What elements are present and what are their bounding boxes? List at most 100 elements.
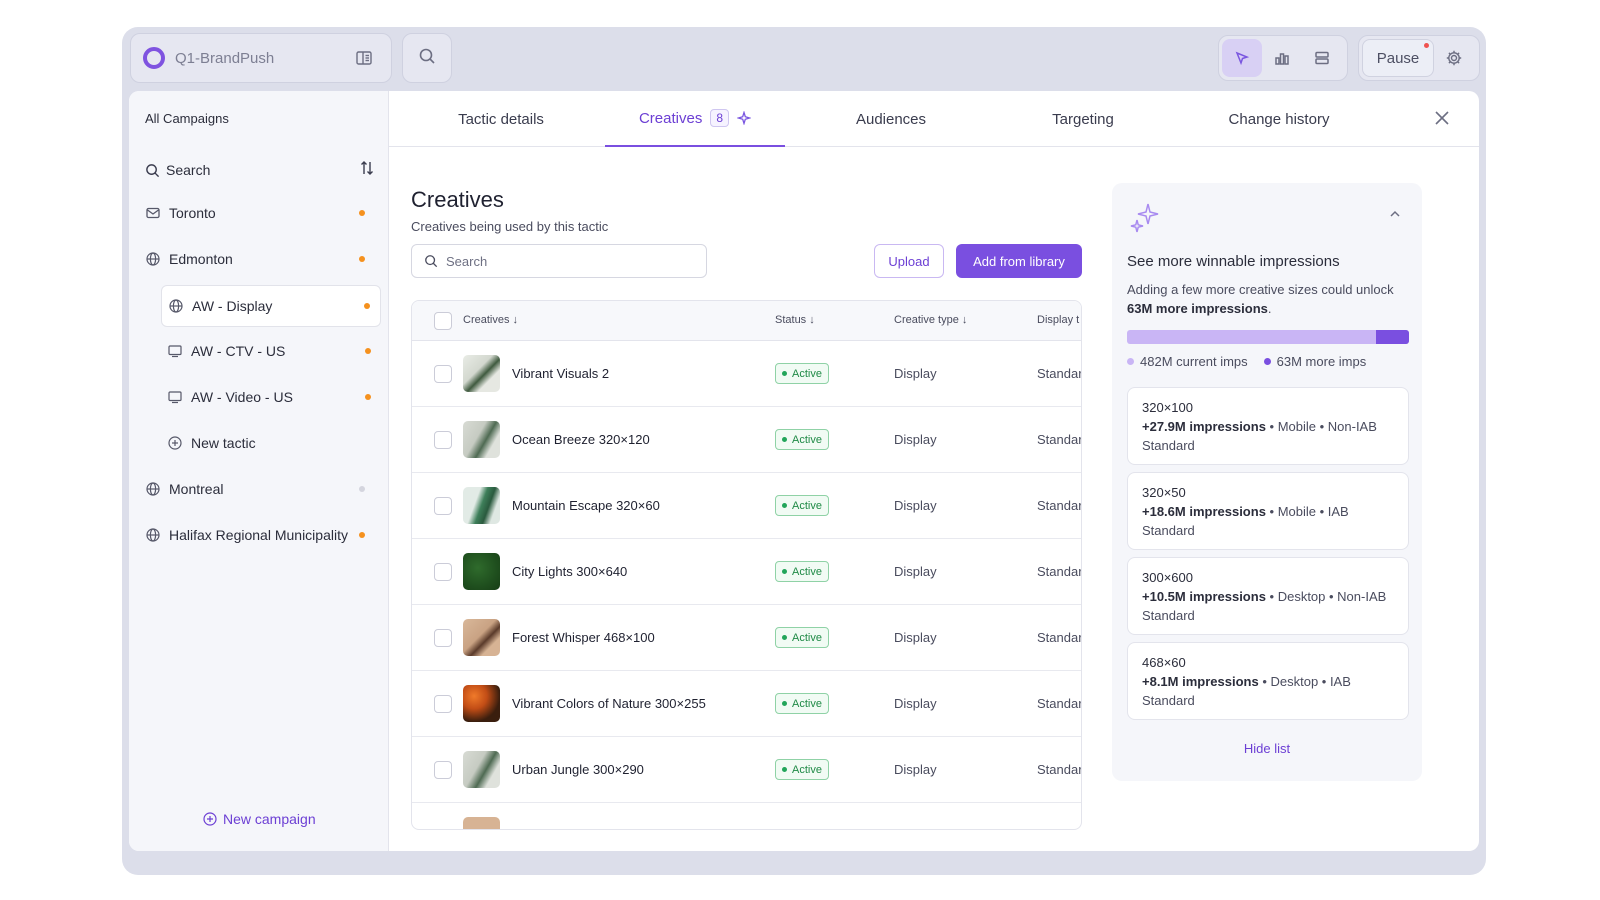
row-checkbox[interactable] (434, 365, 452, 383)
row-checkbox[interactable] (434, 431, 452, 449)
display-type: Standar (1037, 498, 1082, 513)
column-header-status[interactable]: Status ↓ (775, 314, 815, 326)
creative-thumbnail (463, 619, 500, 656)
size-recommendation-card[interactable]: 320×50 +18.6M impressions • Mobile • IAB… (1127, 472, 1409, 550)
sidebar-item-edmonton[interactable]: Edmonton (145, 239, 375, 279)
sidebar-search[interactable]: Search (145, 159, 375, 181)
status-label: Active (792, 433, 822, 446)
table-row[interactable]: Urban Jungle 300×290 Active Display Stan… (412, 737, 1081, 803)
table-row[interactable]: Ocean Breeze 320×120 Active Display Stan… (412, 407, 1081, 473)
column-header-creatives[interactable]: Creatives ↓ (463, 314, 518, 326)
creatives-search-input[interactable] (446, 253, 686, 269)
table-row[interactable]: Forest Whisper 468×100 Active Display St… (412, 605, 1081, 671)
creative-thumbnail (463, 421, 500, 458)
insight-desc-highlight: 63M more impressions (1127, 301, 1268, 316)
status-dot (359, 532, 365, 538)
sort-icon[interactable] (359, 159, 375, 180)
new-campaign-label: New campaign (223, 811, 316, 827)
status-badge: Active (775, 561, 829, 582)
bar-chart-icon[interactable] (1262, 39, 1302, 77)
globe-icon (145, 527, 161, 543)
creative-name: Urban Jungle 300×290 (512, 762, 644, 777)
tv-icon (167, 389, 183, 405)
creative-type: Display (894, 762, 937, 777)
tv-icon (167, 343, 183, 359)
insight-description: Adding a few more creative sizes could u… (1127, 280, 1407, 318)
close-icon[interactable] (1433, 109, 1451, 132)
size-details: +10.5M impressions • Desktop • Non-IAB S… (1142, 587, 1394, 625)
sidebar-item-aw-video-us[interactable]: AW - Video - US (161, 377, 381, 417)
display-type: Standar (1037, 696, 1082, 711)
tab-creatives[interactable]: Creatives 8 (605, 91, 785, 147)
upload-button[interactable]: Upload (874, 244, 944, 278)
new-campaign-button[interactable]: New campaign (203, 811, 316, 827)
size-label: 300×600 (1142, 570, 1193, 585)
sidebar-search-label: Search (166, 162, 211, 178)
status-dot (359, 256, 365, 262)
pause-group: Pause (1358, 35, 1480, 81)
hide-list-link[interactable]: Hide list (1112, 741, 1422, 756)
select-all-checkbox[interactable] (434, 312, 452, 330)
row-checkbox[interactable] (434, 761, 452, 779)
table-row[interactable] (412, 803, 1081, 829)
impressions-gain: +18.6M impressions (1142, 504, 1266, 519)
new-tactic-button[interactable]: New tactic (161, 423, 381, 463)
creatives-search-field[interactable] (411, 244, 707, 278)
top-bar: Q1-BrandPush Pause (122, 27, 1486, 91)
campaign-name: Q1-BrandPush (175, 49, 275, 67)
status-label: Active (792, 499, 822, 512)
sidebar-item-halifax[interactable]: Halifax Regional Municipality (145, 515, 375, 555)
legend-current-label: 482M current imps (1140, 354, 1248, 369)
row-checkbox[interactable] (434, 497, 452, 515)
sidebar-item-montreal[interactable]: Montreal (145, 469, 375, 509)
tab-audiences[interactable]: Audiences (821, 91, 961, 147)
creative-thumbnail (463, 487, 500, 524)
status-label: Active (792, 697, 822, 710)
creative-name: Vibrant Visuals 2 (512, 366, 610, 381)
status-label: Active (792, 565, 822, 578)
table-row[interactable]: Mountain Escape 320×60 Active Display St… (412, 473, 1081, 539)
sidebar-item-label: Montreal (169, 481, 224, 497)
status-badge: Active (775, 495, 829, 516)
campaign-selector[interactable]: Q1-BrandPush (130, 33, 392, 83)
global-search-button[interactable] (402, 33, 452, 83)
table-header: Creatives ↓ Status ↓ Creative type ↓ Dis… (412, 301, 1081, 341)
add-from-library-button[interactable]: Add from library (956, 244, 1082, 278)
row-checkbox[interactable] (434, 695, 452, 713)
size-recommendation-card[interactable]: 300×600 +10.5M impressions • Desktop • N… (1127, 557, 1409, 635)
status-badge: Active (775, 429, 829, 450)
sidebar-item-toronto[interactable]: Toronto (145, 193, 375, 233)
table-row[interactable]: Vibrant Colors of Nature 300×255 Active … (412, 671, 1081, 737)
pause-button[interactable]: Pause (1362, 39, 1434, 77)
tab-tactic-details[interactable]: Tactic details (425, 91, 577, 147)
size-label: 468×60 (1142, 655, 1186, 670)
column-header-label: Creatives (463, 314, 510, 326)
status-dot (359, 210, 365, 216)
table-row[interactable]: City Lights 300×640 Active Display Stand… (412, 539, 1081, 605)
creative-type: Display (894, 366, 937, 381)
column-header-display[interactable]: Display t (1037, 314, 1079, 326)
sidebar-item-aw-display[interactable]: AW - Display (161, 285, 381, 327)
impressions-bar (1127, 330, 1409, 344)
sidebar-item-aw-ctv-us[interactable]: AW - CTV - US (161, 331, 381, 371)
impressions-insight-panel: See more winnable impressions Adding a f… (1112, 183, 1422, 781)
gear-icon[interactable] (1434, 39, 1474, 77)
display-type: Standar (1037, 564, 1082, 579)
cursor-icon[interactable] (1222, 39, 1262, 77)
list-view-icon[interactable] (1302, 39, 1342, 77)
column-header-creative-type[interactable]: Creative type ↓ (894, 314, 967, 326)
size-recommendation-card[interactable]: 468×60 +8.1M impressions • Desktop • IAB… (1127, 642, 1409, 720)
sidebar-toggle-icon[interactable] (355, 49, 373, 67)
table-row[interactable]: Vibrant Visuals 2 Active Display Standar (412, 341, 1081, 407)
sidebar-item-label: AW - CTV - US (191, 343, 286, 359)
pause-label: Pause (1376, 49, 1420, 67)
column-header-label: Creative type (894, 314, 959, 326)
creative-name: Ocean Breeze 320×120 (512, 432, 650, 447)
chevron-up-icon[interactable] (1388, 207, 1402, 226)
size-recommendation-card[interactable]: 320×100 +27.9M impressions • Mobile • No… (1127, 387, 1409, 465)
row-checkbox[interactable] (434, 629, 452, 647)
tab-targeting[interactable]: Targeting (1013, 91, 1153, 147)
row-checkbox[interactable] (434, 563, 452, 581)
tab-change-history[interactable]: Change history (1197, 91, 1361, 147)
sidebar-item-label: Halifax Regional Municipality (169, 527, 348, 543)
